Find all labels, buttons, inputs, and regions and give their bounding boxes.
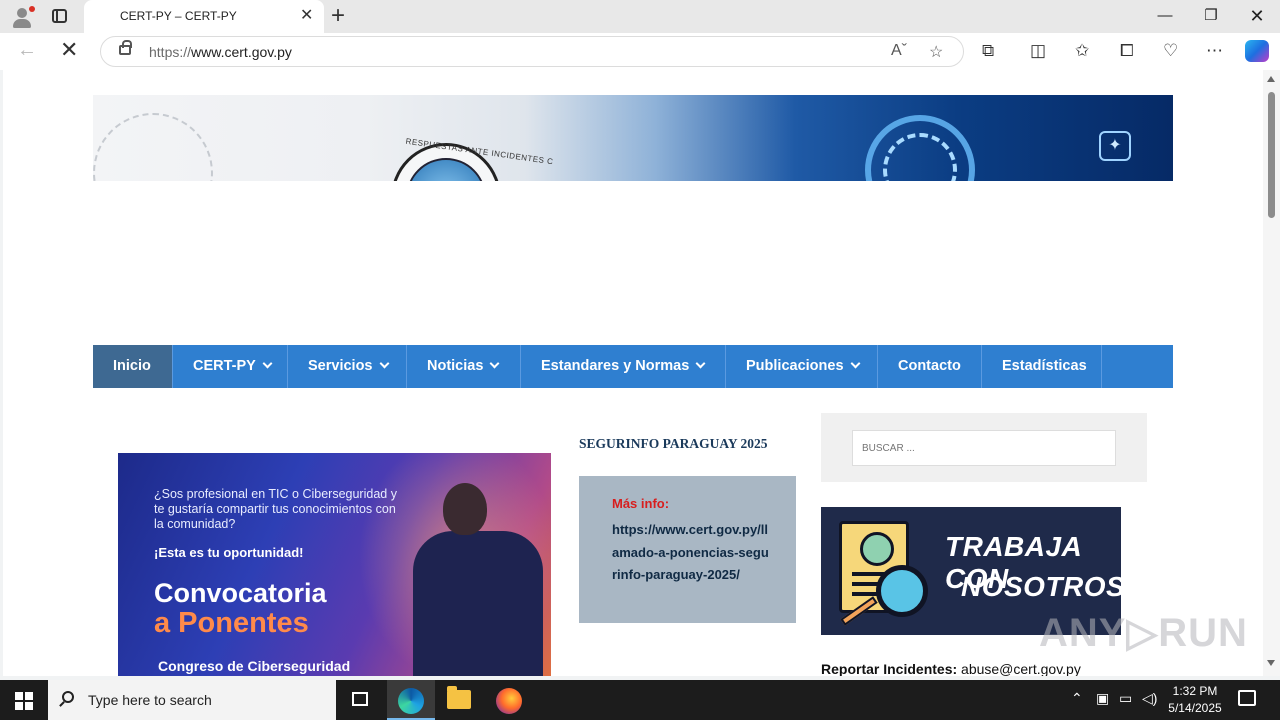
info-label: Más info: [612, 496, 670, 511]
copilot-icon[interactable] [1245, 40, 1269, 62]
minimize-button[interactable]: — [1155, 6, 1175, 26]
nav-label: Contacto [898, 358, 961, 374]
taskbar-file-explorer[interactable] [435, 680, 483, 720]
favorites-icon[interactable]: ✩ [1075, 41, 1089, 61]
stop-loading-icon[interactable]: ✕ [60, 37, 78, 63]
nav-item-publicaciones[interactable]: Publicaciones [726, 345, 878, 388]
taskbar-search[interactable]: Type here to search [48, 680, 336, 720]
more-menu-icon[interactable]: ⋯ [1206, 41, 1223, 61]
taskbar-firefox[interactable] [485, 680, 533, 720]
nav-label: Estadísticas [1002, 358, 1087, 374]
report-label: Reportar Incidentes: [821, 661, 958, 676]
favorite-star-icon[interactable]: ☆ [929, 42, 943, 62]
read-aloud-icon[interactable]: Aˇ [891, 42, 907, 60]
folder-icon [447, 686, 471, 709]
network-icon[interactable]: ▭ [1119, 690, 1132, 707]
scroll-thumb[interactable] [1268, 92, 1275, 218]
new-tab-button[interactable]: + [331, 3, 345, 29]
nav-item-noticias[interactable]: Noticias [407, 345, 521, 388]
magnifier-icon [876, 565, 928, 617]
nav-item-contacto[interactable]: Contacto [878, 345, 982, 388]
windows-start-icon[interactable] [15, 692, 33, 710]
convocatoria-ponentes-image[interactable]: ¿Sos profesional en TIC o Ciberseguridad… [118, 453, 551, 676]
tab-strip: CERT-PY – CERT-PY ✕ + — ❐ ✕ [0, 0, 1280, 33]
nav-item-inicio[interactable]: Inicio [93, 345, 173, 388]
info-link[interactable]: https://www.cert.gov.py/llamado-a-ponenc… [612, 519, 772, 587]
chevron-down-icon [489, 358, 500, 369]
chevron-down-icon [695, 358, 706, 369]
page-viewport: RESPUESTAS ANTE INCIDENTES C ✦ Inicio CER… [3, 70, 1263, 676]
fingerprint-graphic [93, 113, 213, 181]
address-bar-row: ← ✕ https://www.cert.gov.py Aˇ ☆ ⧉ ◫ ✩ ⧠… [0, 33, 1280, 70]
scroll-up-icon[interactable] [1267, 76, 1275, 82]
url-text[interactable]: https://www.cert.gov.py [149, 44, 292, 60]
nav-label: Noticias [427, 358, 484, 374]
nav-item-estad-sticas[interactable]: Estadísticas [982, 345, 1102, 388]
nav-item-servicios[interactable]: Servicios [288, 345, 407, 388]
chevron-down-icon [379, 358, 389, 369]
main-navigation: Inicio CERT-PY Servicios Noticias Estandares… [93, 345, 1173, 388]
clock-date: 5/14/2025 [1168, 701, 1222, 715]
anyrun-watermark: ANY▷RUN [1039, 611, 1248, 655]
speaker-figure [413, 483, 543, 676]
search-widget [821, 413, 1147, 482]
profile-icon[interactable] [10, 5, 35, 29]
system-clock[interactable]: 1:32 PM 5/14/2025 [1160, 683, 1230, 717]
clock-time: 1:32 PM [1172, 684, 1218, 698]
event-title[interactable]: SEGURINFO PARAGUAY 2025 [579, 436, 768, 452]
nav-label: Publicaciones [746, 358, 844, 374]
header-banner: RESPUESTAS ANTE INCIDENTES C ✦ [93, 95, 1173, 181]
lock-icon[interactable] [119, 40, 132, 55]
browser-tab[interactable]: CERT-PY – CERT-PY ✕ [84, 0, 324, 33]
nav-label: Estandares y Normas [541, 358, 690, 374]
promo-opportunity: ¡Esta es tu oportunidad! [154, 545, 304, 560]
task-view-button[interactable] [336, 680, 384, 720]
lightbulb-icon: ✦ [1099, 131, 1131, 161]
nav-label: CERT-PY [193, 358, 256, 374]
taskbar-edge[interactable] [387, 680, 435, 720]
back-icon[interactable]: ← [17, 39, 37, 62]
site-search-input[interactable] [852, 430, 1116, 466]
notifications-icon[interactable] [1238, 690, 1256, 706]
promo-question: ¿Sos profesional en TIC o Ciberseguridad… [154, 487, 397, 531]
tab-actions-icon[interactable] [52, 9, 67, 23]
nav-item-estandares-y-normas[interactable]: Estandares y Normas [521, 345, 726, 388]
maximize-button[interactable]: ❐ [1201, 6, 1221, 26]
promo-headline-1: Convocatoria [154, 578, 327, 608]
task-view-icon [352, 692, 368, 706]
volume-icon[interactable]: ◁) [1142, 690, 1157, 707]
edge-icon [398, 688, 424, 714]
chevron-down-icon [262, 358, 273, 369]
nav-label: Inicio [113, 358, 151, 374]
promo-headline-2: a Ponentes [154, 607, 309, 639]
page-scrollbar[interactable] [1263, 70, 1280, 676]
search-icon [62, 691, 74, 703]
tray-overflow-icon[interactable]: ⌃ [1071, 690, 1083, 707]
url-field[interactable]: https://www.cert.gov.py Aˇ ☆ [100, 36, 964, 67]
collections-icon[interactable]: ⧠ [1120, 41, 1134, 61]
tab-close-icon[interactable]: ✕ [300, 7, 313, 25]
taskbar-search-placeholder: Type here to search [88, 692, 212, 708]
info-box: Más info: https://www.cert.gov.py/llamad… [579, 476, 796, 623]
nav-item-cert-py[interactable]: CERT-PY [173, 345, 288, 388]
chevron-down-icon [850, 358, 860, 369]
browser-essentials-icon[interactable]: ♡ [1163, 41, 1178, 61]
promo-subtitle: Congreso de Ciberseguridad [158, 658, 351, 674]
job-banner-line2: NOSOTROS! [961, 571, 1121, 602]
nav-label: Servicios [308, 358, 373, 374]
site-container: RESPUESTAS ANTE INCIDENTES C ✦ Inicio CER… [93, 95, 1173, 676]
tray-device-icon[interactable]: ▣ [1096, 690, 1109, 707]
taskbar: Type here to search ⌃ ▣ ▭ ◁) 1:32 PM 5/1… [0, 680, 1280, 720]
split-screen-icon[interactable]: ◫ [1030, 41, 1046, 61]
scroll-down-icon[interactable] [1267, 660, 1275, 666]
report-email[interactable]: abuse@cert.gov.py [961, 661, 1081, 676]
report-incidents: Reportar Incidentes: abuse@cert.gov.py [821, 661, 1081, 676]
close-window-button[interactable]: ✕ [1247, 6, 1267, 26]
extensions-icon[interactable]: ⧉ [982, 41, 994, 61]
firefox-icon [496, 688, 522, 714]
tab-title: CERT-PY – CERT-PY [120, 9, 237, 23]
